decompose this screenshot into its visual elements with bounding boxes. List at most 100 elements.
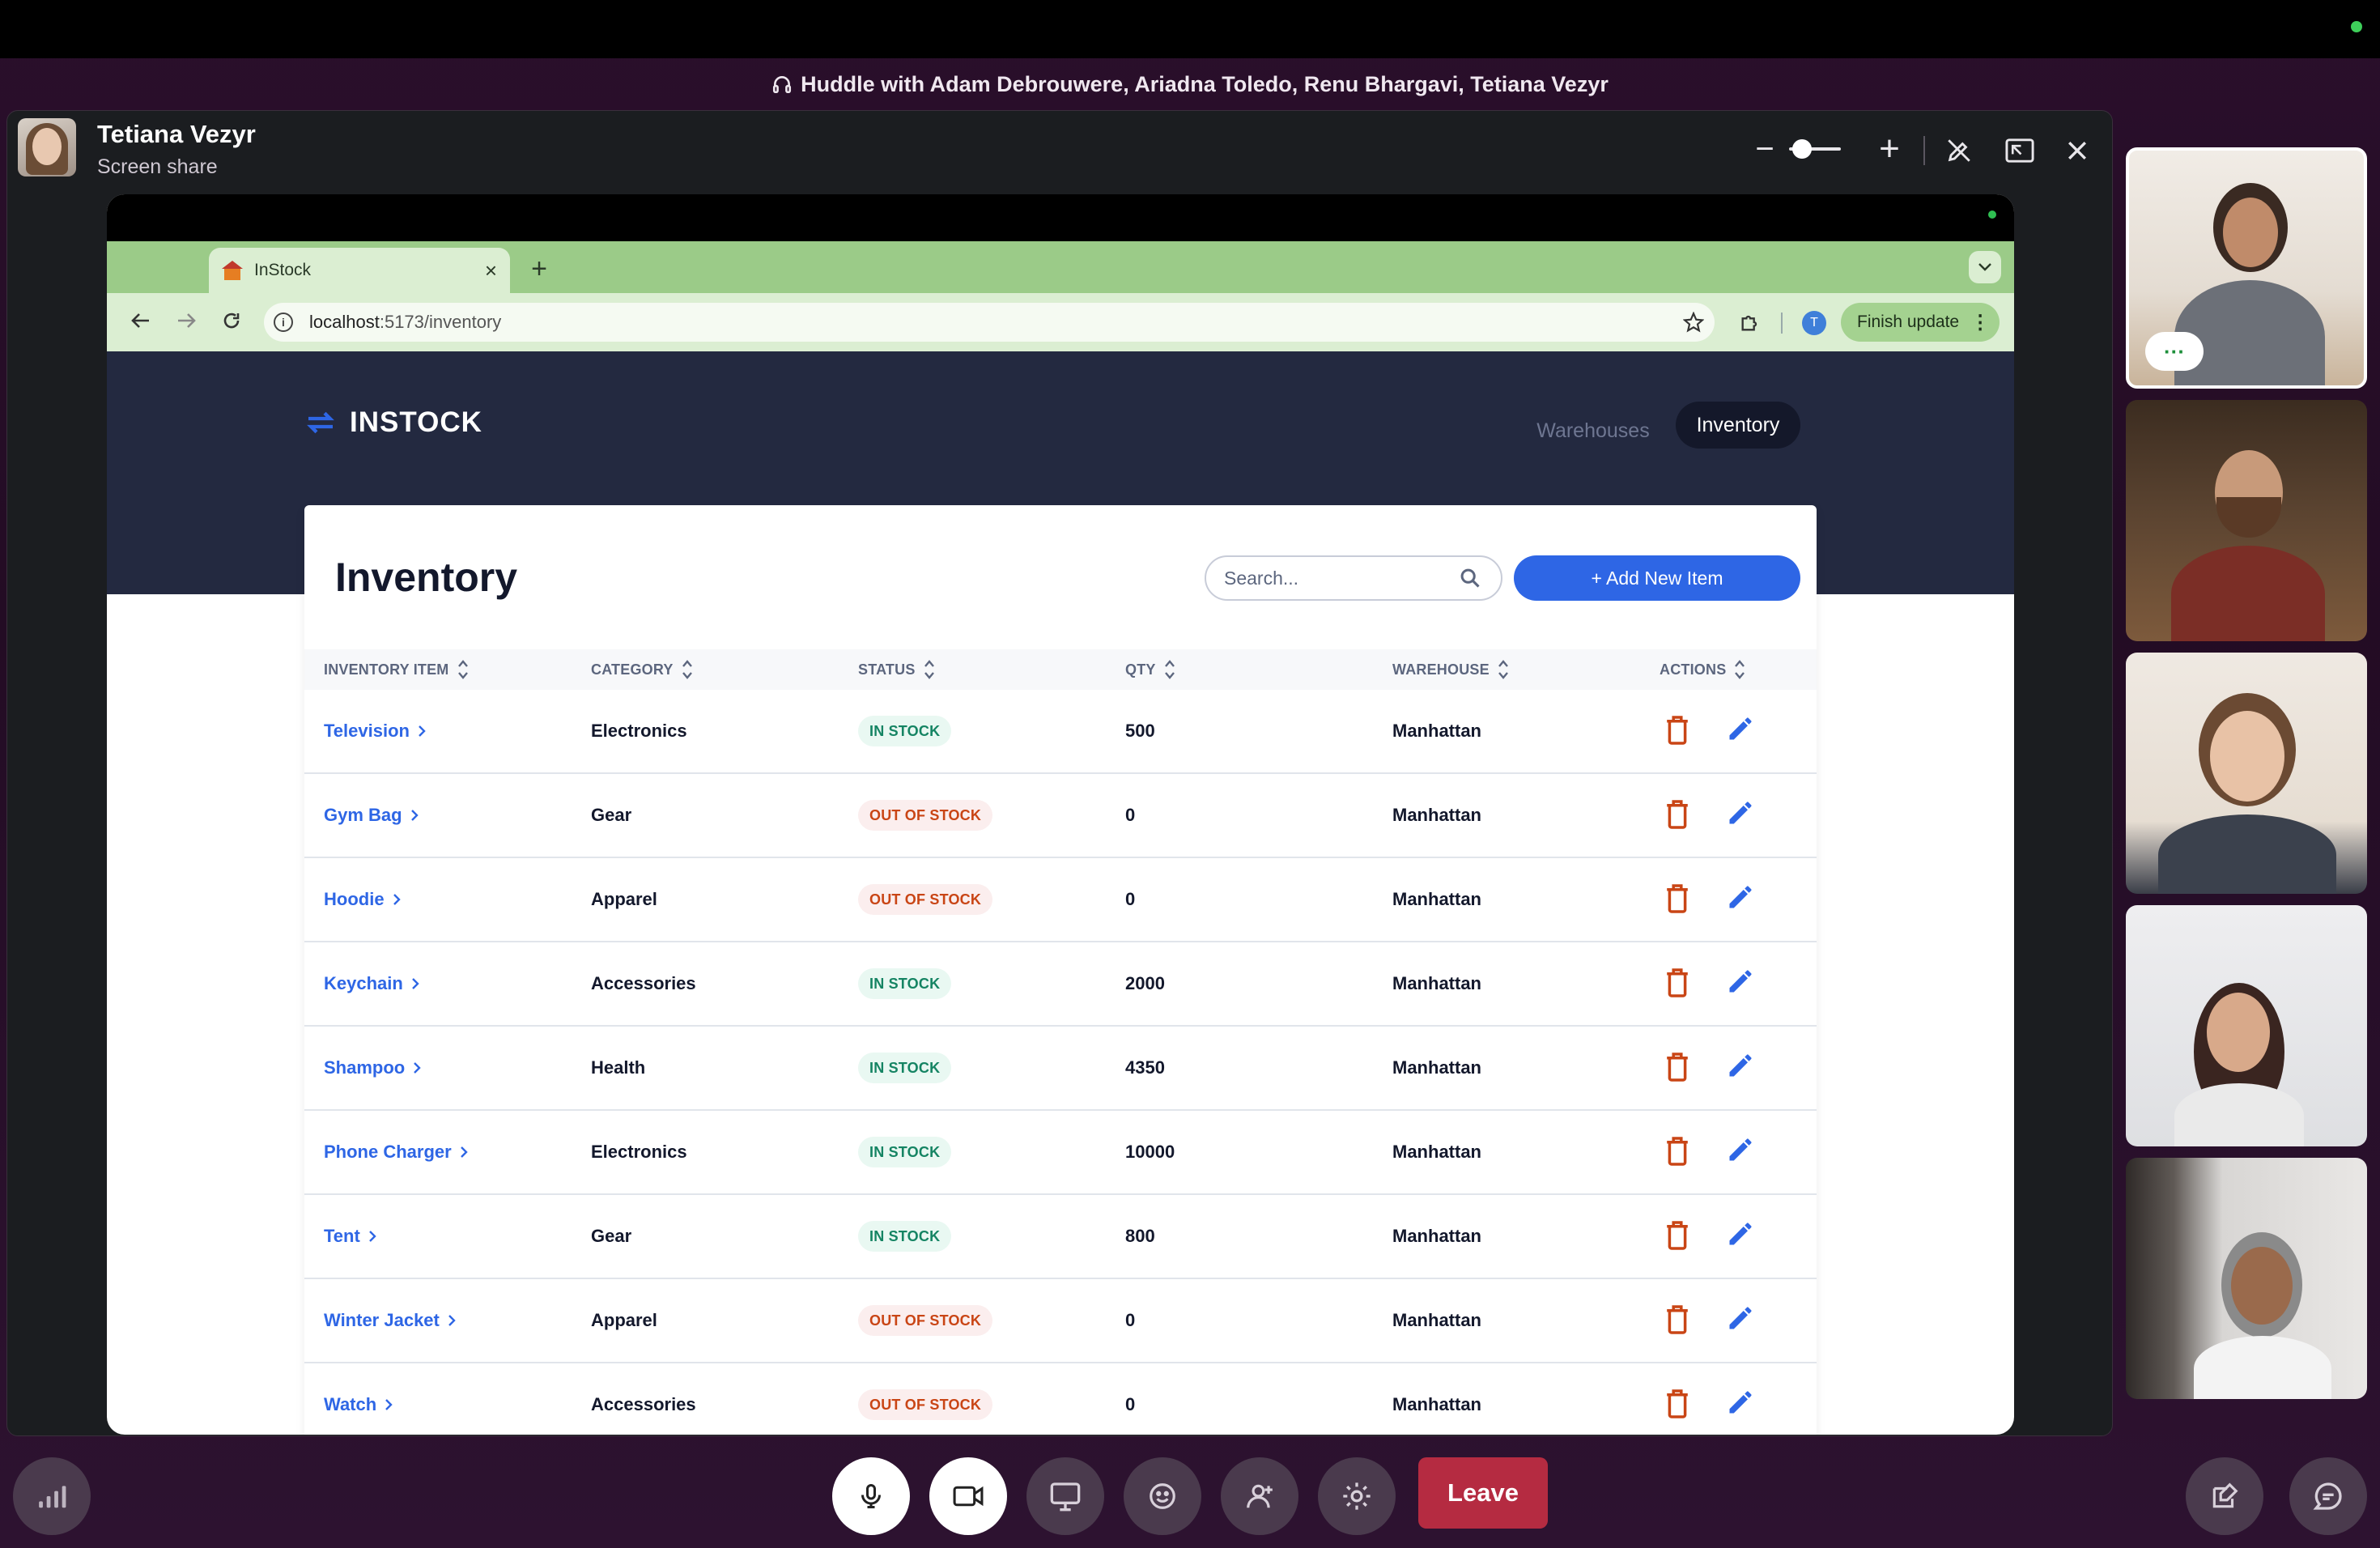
address-bar[interactable]: localhost:5173/inventory [264,303,1715,342]
tab-search-button[interactable] [1969,251,2001,283]
microphone-button[interactable] [832,1457,910,1535]
delete-trash-icon[interactable] [1664,967,1690,999]
inventory-item-link[interactable]: Keychain [324,973,419,994]
delete-trash-icon[interactable] [1664,1388,1690,1420]
column-header-warehouse[interactable]: WAREHOUSE [1392,659,1509,680]
finish-update-label: Finish update [1857,313,1960,331]
new-tab-button[interactable]: + [523,253,555,285]
inventory-item-link[interactable]: Watch [324,1394,393,1415]
reload-button[interactable] [214,303,249,338]
add-people-button[interactable] [1221,1457,1298,1535]
extensions-puzzle-icon[interactable] [1736,308,1765,337]
site-info-icon[interactable]: i [274,313,293,332]
camera-button[interactable] [929,1457,1007,1535]
inventory-item-link[interactable]: Winter Jacket [324,1310,456,1331]
delete-trash-icon[interactable] [1664,1303,1690,1336]
qty-cell: 800 [1125,1226,1155,1246]
item-name: Watch [324,1394,377,1414]
settings-button[interactable] [1318,1457,1396,1535]
qty-cell: 4350 [1125,1057,1165,1078]
brand-logo[interactable]: INSTOCK [304,406,482,439]
inventory-item-link[interactable]: Television [324,721,426,742]
chevron-right-icon [411,978,419,989]
status-badge: IN STOCK [858,1221,952,1252]
connection-quality-button[interactable] [13,1457,91,1535]
edit-pencil-icon[interactable] [1726,1388,1758,1420]
chevron-right-icon [368,1231,376,1242]
popout-button[interactable] [2003,134,2037,167]
back-button[interactable] [123,303,159,338]
column-header-item[interactable]: INVENTORY ITEM [324,659,469,680]
column-header-status[interactable]: STATUS [858,659,935,680]
edit-pencil-icon[interactable] [1726,882,1758,915]
zoom-slider-handle[interactable] [1792,139,1812,159]
huddle-chat-button[interactable] [2289,1457,2367,1535]
edit-pencil-icon[interactable] [1726,798,1758,831]
draw-toggle-button[interactable] [1943,134,1975,167]
reactions-button[interactable] [1124,1457,1201,1535]
inventory-item-link[interactable]: Hoodie [324,889,401,910]
edit-pencil-icon[interactable] [1726,1051,1758,1083]
delete-trash-icon[interactable] [1664,1135,1690,1167]
chevron-right-icon [414,1062,421,1074]
edit-pencil-icon[interactable] [1726,1219,1758,1252]
edit-pencil-icon[interactable] [1726,1135,1758,1167]
bookmark-star-icon[interactable] [1681,309,1706,335]
delete-trash-icon[interactable] [1664,882,1690,915]
profile-avatar[interactable]: T [1802,311,1826,335]
category-cell: Gear [591,1226,632,1246]
table-row: Tent Gear IN STOCK 800 Manhattan [304,1195,1817,1279]
column-header-category[interactable]: CATEGORY [591,659,693,680]
nav-inventory[interactable]: Inventory [1676,402,1800,449]
participant-video-speaking[interactable]: ··· [2126,147,2367,389]
inventory-item-link[interactable]: Shampoo [324,1057,421,1078]
participant-video[interactable] [2126,653,2367,894]
edit-pencil-icon[interactable] [1726,1303,1758,1336]
inventory-item-link[interactable]: Tent [324,1226,376,1247]
participant-video[interactable] [2126,400,2367,641]
edit-pencil-icon[interactable] [1726,967,1758,999]
search-input[interactable]: Search... [1205,555,1502,601]
add-new-item-button[interactable]: + Add New Item [1514,555,1800,601]
search-icon[interactable] [1459,567,1481,589]
inventory-item-link[interactable]: Gym Bag [324,805,419,826]
column-header-qty[interactable]: QTY [1125,659,1175,680]
zoom-out-button[interactable]: − [1749,131,1781,167]
url-host: localhost [309,312,380,332]
close-icon [2068,142,2086,159]
participant-video[interactable] [2126,905,2367,1146]
item-name: Shampoo [324,1057,406,1078]
delete-trash-icon[interactable] [1664,714,1690,746]
search-placeholder: Search... [1224,567,1299,589]
inventory-item-link[interactable]: Phone Charger [324,1142,468,1163]
close-share-button[interactable] [2061,134,2093,167]
tab-close-button[interactable]: × [485,258,497,283]
finish-update-button[interactable]: Finish update ⋮ [1841,303,2000,342]
category-cell: Apparel [591,1310,657,1330]
column-label: ACTIONS [1660,661,1727,678]
warehouse-cell: Manhattan [1392,1142,1481,1162]
delete-trash-icon[interactable] [1664,1219,1690,1252]
zoom-in-button[interactable]: + [1872,129,1907,168]
category-cell: Gear [591,805,632,825]
delete-trash-icon[interactable] [1664,1051,1690,1083]
item-name: Phone Charger [324,1142,452,1162]
table-row: Shampoo Health IN STOCK 4350 Manhattan [304,1027,1817,1111]
category-cell: Electronics [591,1142,687,1162]
chevron-right-icon [448,1315,456,1326]
qty-cell: 10000 [1125,1142,1175,1162]
participant-video[interactable] [2126,1158,2367,1399]
forward-button[interactable] [168,303,204,338]
warehouse-cell: Manhattan [1392,1226,1481,1246]
nav-warehouses[interactable]: Warehouses [1520,408,1666,453]
browser-tab[interactable]: InStock × [209,248,510,293]
edit-pencil-icon[interactable] [1726,714,1758,746]
item-name: Tent [324,1226,360,1246]
share-screen-button[interactable] [1026,1457,1104,1535]
table-row: Television Electronics IN STOCK 500 Manhatta… [304,690,1817,774]
recording-indicator-dot [1988,211,1996,219]
leave-button[interactable]: Leave [1418,1457,1548,1529]
delete-trash-icon[interactable] [1664,798,1690,831]
chevron-right-icon [385,1399,393,1410]
huddle-notes-button[interactable] [2186,1457,2263,1535]
